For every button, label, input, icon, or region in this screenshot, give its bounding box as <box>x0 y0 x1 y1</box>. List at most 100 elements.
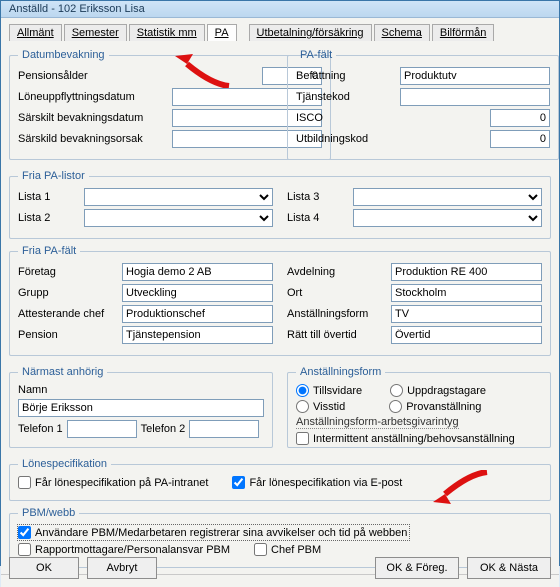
select-lista2[interactable] <box>84 209 273 227</box>
radio-tillsvidare[interactable]: Tillsvidare <box>296 384 362 397</box>
check-intranet[interactable]: Får lönespecifikation på PA-intranet <box>18 476 208 489</box>
tab-bilforman[interactable]: Bilförmån <box>432 24 494 41</box>
input-tel2[interactable] <box>189 420 259 438</box>
tab-pa-label: PA <box>215 27 229 39</box>
check-pbm-rapport[interactable]: Rapportmottagare/Personalansvar PBM <box>18 543 230 556</box>
cancel-button[interactable]: Avbryt <box>87 557 157 579</box>
ok-button[interactable]: OK <box>9 557 79 579</box>
input-tel1[interactable] <box>67 420 137 438</box>
label-foretag: Företag <box>18 266 118 278</box>
check-pbm-anvandare-label: Användare PBM/Medarbetaren registrerar s… <box>35 527 407 539</box>
check-pbm-chef-label: Chef PBM <box>271 544 321 556</box>
ok-next-button[interactable]: OK & Nästa <box>467 557 551 579</box>
label-sarskilt: Särskilt bevakningsdatum <box>18 112 168 124</box>
input-tjanstekod[interactable] <box>400 88 550 106</box>
label-tjanstekod: Tjänstekod <box>296 91 396 103</box>
ok-button-label: OK <box>36 562 52 574</box>
tab-semester-label: Semester <box>72 27 119 39</box>
group-lonespec: Lönespecifikation Får lönespecifikation … <box>9 458 551 501</box>
check-epost[interactable]: Får lönespecifikation via E-post <box>232 476 402 489</box>
label-avdelning: Avdelning <box>287 266 387 278</box>
radio-provan[interactable]: Provanställning <box>389 400 481 413</box>
check-intranet-label: Får lönespecifikation på PA-intranet <box>35 477 208 489</box>
tab-allmant[interactable]: Allmänt <box>9 24 62 41</box>
legend-fria-listor: Fria PA-listor <box>18 170 89 182</box>
label-grupp: Grupp <box>18 287 118 299</box>
input-ort[interactable] <box>391 284 542 302</box>
check-pbm-chef[interactable]: Chef PBM <box>254 543 321 556</box>
input-avdelning[interactable] <box>391 263 542 281</box>
input-namn[interactable] <box>18 399 264 417</box>
check-pbm-rapport-label: Rapportmottagare/Personalansvar PBM <box>35 544 230 556</box>
label-lista3: Lista 3 <box>287 191 349 203</box>
label-attchef: Attesterande chef <box>18 308 118 320</box>
ok-next-button-label: OK & Nästa <box>480 562 538 574</box>
ok-prev-button[interactable]: OK & Föreg. <box>375 557 459 579</box>
radio-uppdrag-label: Uppdragstagare <box>407 385 486 397</box>
legend-lonespec: Lönespecifikation <box>18 458 111 470</box>
tab-bilforman-label: Bilförmån <box>440 27 486 39</box>
select-lista4[interactable] <box>353 209 542 227</box>
employee-window: Anställd - 102 Eriksson Lisa Allmänt Sem… <box>0 0 560 566</box>
tab-utbetalning[interactable]: Utbetalning/försäkring <box>249 24 372 41</box>
radio-visstid-label: Visstid <box>313 401 345 413</box>
group-anstform: Anställningsform Tillsvidare Uppdragstag… <box>287 366 551 448</box>
label-utbildningskod: Utbildningskod <box>296 133 396 145</box>
label-ort: Ort <box>287 287 387 299</box>
legend-narmast: Närmast anhörig <box>18 366 107 378</box>
label-isco: ISCO <box>296 112 396 124</box>
group-fria-falt: Fria PA-fält Företag Grupp Attesterande … <box>9 245 551 356</box>
tab-schema-label: Schema <box>382 27 422 39</box>
legend-fria-falt: Fria PA-fält <box>18 245 80 257</box>
check-pbm-anvandare[interactable]: Användare PBM/Medarbetaren registrerar s… <box>18 525 409 540</box>
check-intermittent[interactable]: Intermittent anställning/behovsanställni… <box>296 432 515 445</box>
client-area: Allmänt Semester Statistik mm PA Utbetal… <box>1 18 559 587</box>
label-anstform: Anställningsform <box>287 308 387 320</box>
group-narmast: Närmast anhörig Namn Telefon 1 Telefon 2 <box>9 366 273 448</box>
label-tel1: Telefon 1 <box>18 423 63 435</box>
legend-anstform: Anställningsform <box>296 366 385 378</box>
group-pafalt: PA-fält Befattning Tjänstekod ISCO <box>287 49 559 160</box>
input-ratt[interactable] <box>391 326 542 344</box>
input-grupp[interactable] <box>122 284 273 302</box>
button-bar: OK Avbryt OK & Föreg. OK & Nästa <box>9 557 551 579</box>
tab-semester[interactable]: Semester <box>64 24 127 41</box>
check-epost-label: Får lönespecifikation via E-post <box>249 477 402 489</box>
legend-datumbevakning: Datumbevakning <box>18 49 109 61</box>
tab-utbetalning-label: Utbetalning/försäkring <box>257 27 364 39</box>
label-lista2: Lista 2 <box>18 212 80 224</box>
cancel-button-label: Avbryt <box>107 562 138 574</box>
label-sarskild-orsak: Särskild bevakningsorsak <box>18 133 168 145</box>
input-isco[interactable] <box>490 109 550 127</box>
tab-statistik-label: Statistik mm <box>137 27 197 39</box>
radio-visstid[interactable]: Visstid <box>296 400 345 413</box>
input-pension[interactable] <box>122 326 273 344</box>
tab-pa[interactable]: PA <box>207 24 237 41</box>
radio-provan-label: Provanställning <box>406 401 481 413</box>
label-tel2: Telefon 2 <box>141 423 186 435</box>
input-befattning[interactable] <box>400 67 550 85</box>
input-attchef[interactable] <box>122 305 273 323</box>
label-namn: Namn <box>18 384 80 396</box>
label-pensionsalder: Pensionsålder <box>18 70 138 82</box>
ok-prev-button-label: OK & Föreg. <box>386 562 447 574</box>
tab-statistik[interactable]: Statistik mm <box>129 24 205 41</box>
input-foretag[interactable] <box>122 263 273 281</box>
label-pension: Pension <box>18 329 118 341</box>
group-fria-listor: Fria PA-listor Lista 1 Lista 2 Lista 3 L… <box>9 170 551 239</box>
window-title: Anställd - 102 Eriksson Lisa <box>1 1 559 18</box>
tab-schema[interactable]: Schema <box>374 24 430 41</box>
radio-uppdrag[interactable]: Uppdragstagare <box>390 384 486 397</box>
select-lista3[interactable] <box>353 188 542 206</box>
input-utbildningskod[interactable] <box>490 130 550 148</box>
radio-tillsvidare-label: Tillsvidare <box>313 385 362 397</box>
link-intyg[interactable]: Anställningsform-arbetsgivarintyg <box>296 416 459 429</box>
label-lista4: Lista 4 <box>287 212 349 224</box>
check-intermittent-label: Intermittent anställning/behovsanställni… <box>313 433 515 445</box>
select-lista1[interactable] <box>84 188 273 206</box>
group-datumbevakning: Datumbevakning Pensionsålder Löneuppflyt… <box>9 49 331 160</box>
label-lista1: Lista 1 <box>18 191 80 203</box>
label-befattning: Befattning <box>296 70 396 82</box>
legend-pbm: PBM/webb <box>18 507 79 519</box>
input-anstform[interactable] <box>391 305 542 323</box>
